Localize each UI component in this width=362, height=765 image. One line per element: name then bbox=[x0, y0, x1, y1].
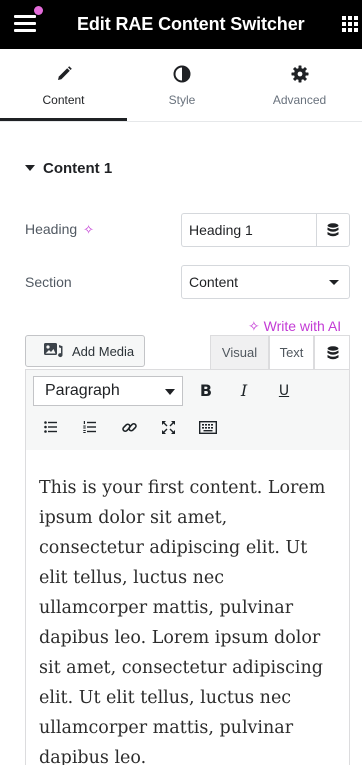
keyboard-icon bbox=[198, 420, 218, 435]
add-media-label: Add Media bbox=[72, 344, 135, 359]
tab-style[interactable]: Style bbox=[127, 49, 237, 122]
write-with-ai-label: Write with AI bbox=[263, 318, 342, 334]
sparkle-icon: ✧ bbox=[248, 318, 260, 334]
editor-toolbar: Paragraph B I U bbox=[25, 369, 350, 451]
panel-tabs: Content Style Advanced bbox=[0, 49, 362, 122]
section-toggle[interactable]: Content 1 bbox=[25, 160, 112, 177]
content-editor[interactable]: This is your first content. Lorem ipsum … bbox=[25, 450, 350, 765]
section-title: Content 1 bbox=[43, 160, 113, 177]
link-button[interactable] bbox=[115, 413, 143, 441]
panel-title: Edit RAE Content Switcher bbox=[77, 14, 305, 34]
bullet-list-icon bbox=[44, 421, 57, 433]
notification-dot bbox=[34, 6, 43, 15]
tab-content[interactable]: Content bbox=[0, 49, 127, 121]
tab-text[interactable]: Text bbox=[269, 335, 314, 370]
editor-header: Edit RAE Content Switcher bbox=[0, 0, 362, 49]
numbered-list-icon bbox=[83, 421, 96, 433]
tab-label: Style bbox=[168, 93, 196, 107]
caret-down-icon bbox=[25, 165, 35, 171]
database-icon bbox=[327, 223, 339, 237]
bullet-list-button[interactable] bbox=[37, 413, 65, 441]
tab-label: Content bbox=[42, 93, 85, 107]
write-with-ai-link[interactable]: ✧ Write with AI bbox=[248, 318, 341, 335]
section-label: Section bbox=[25, 274, 72, 290]
hamburger-icon[interactable] bbox=[14, 15, 36, 33]
editor-dynamic-tags-button[interactable] bbox=[314, 335, 350, 370]
bold-button[interactable]: B bbox=[192, 377, 220, 405]
numbered-list-button[interactable] bbox=[76, 413, 104, 441]
database-icon bbox=[327, 346, 339, 360]
dynamic-tags-button[interactable] bbox=[316, 213, 350, 247]
add-media-button[interactable]: Add Media bbox=[25, 335, 145, 367]
format-select-value: Paragraph bbox=[45, 382, 120, 399]
heading-label: Heading ✧ bbox=[25, 221, 94, 238]
underline-button[interactable]: U bbox=[270, 377, 298, 405]
heading-input[interactable]: Heading 1 bbox=[181, 213, 316, 247]
pencil-icon bbox=[57, 66, 72, 80]
tab-advanced[interactable]: Advanced bbox=[237, 49, 362, 122]
tab-label: Advanced bbox=[272, 93, 327, 107]
fullscreen-icon bbox=[161, 421, 175, 434]
sparkle-icon[interactable]: ✧ bbox=[83, 222, 94, 238]
heading-label-text: Heading bbox=[25, 221, 78, 237]
media-icon bbox=[44, 343, 63, 358]
grid-icon[interactable] bbox=[342, 16, 358, 32]
toolbar-toggle-button[interactable] bbox=[194, 413, 222, 441]
fullscreen-button[interactable] bbox=[154, 413, 182, 441]
format-select[interactable]: Paragraph bbox=[33, 376, 183, 406]
italic-button[interactable]: I bbox=[230, 377, 258, 405]
chevron-down-icon bbox=[329, 280, 339, 285]
half-circle-icon bbox=[173, 65, 191, 83]
tab-visual[interactable]: Visual bbox=[210, 335, 269, 370]
section-select[interactable]: Content bbox=[181, 265, 350, 299]
section-select-value: Content bbox=[189, 274, 239, 290]
link-icon bbox=[121, 422, 137, 433]
chevron-down-icon bbox=[165, 389, 175, 395]
gear-icon bbox=[291, 65, 308, 83]
